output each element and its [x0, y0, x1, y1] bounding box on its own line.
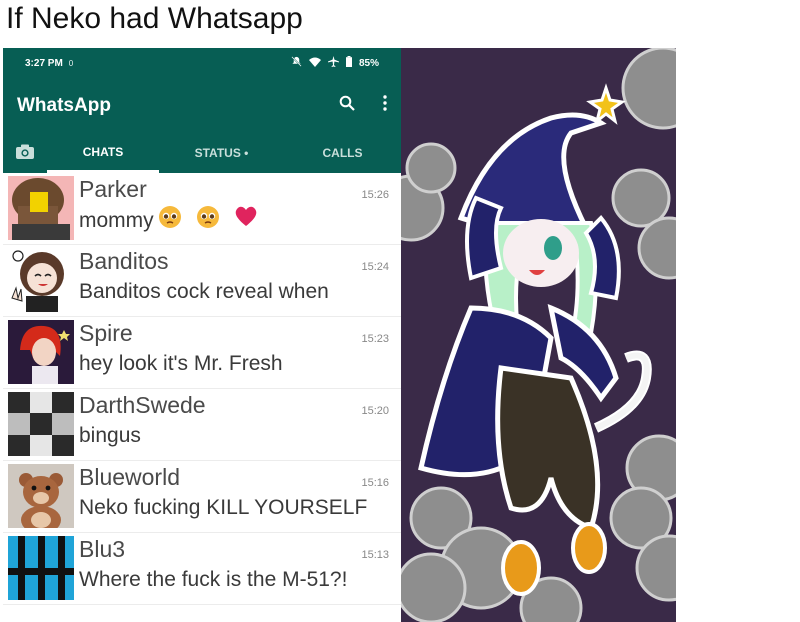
pleading-face-icon: [196, 205, 220, 238]
avatar-blu3: [8, 536, 74, 600]
airplane-icon: [327, 56, 339, 70]
tab-status[interactable]: STATUS •: [159, 133, 284, 173]
chat-time: 15:23: [361, 333, 389, 345]
meme-title: If Neko had Whatsapp: [6, 2, 303, 35]
battery-percent: 85%: [358, 57, 379, 69]
search-icon[interactable]: [339, 95, 355, 116]
chat-preview: hey look it's Mr. Fresh: [79, 352, 283, 375]
chat-preview: Where the fuck is the M-51?!: [79, 568, 348, 591]
wifi-icon: [308, 57, 321, 70]
whatsapp-screenshot: 3:27 PM 0 85% WhatsApp CHATS STATUS • CA…: [3, 48, 401, 622]
avatar-darthswede: [8, 392, 74, 456]
chat-preview: bingus: [79, 424, 141, 447]
battery-icon: [345, 56, 352, 70]
chat-row-banditos[interactable]: Banditos Banditos cock reveal when 15:24: [3, 245, 401, 317]
chat-time: 15:13: [361, 549, 389, 561]
chat-row-blu3[interactable]: Blu3 Where the fuck is the M-51?! 15:13: [3, 533, 401, 605]
chat-time: 15:26: [361, 189, 389, 201]
avatar-banditos: [8, 248, 74, 312]
chat-time: 15:20: [361, 405, 389, 417]
chat-name: Banditos: [79, 248, 169, 274]
chat-name: Blueworld: [79, 464, 180, 490]
chat-preview: Neko fucking KILL YOURSELF: [79, 496, 368, 519]
camera-icon: [16, 144, 34, 162]
avatar-spire: [8, 320, 74, 384]
chat-name: DarthSwede: [79, 392, 206, 418]
chat-row-spire[interactable]: Spire hey look it's Mr. Fresh 15:23: [3, 317, 401, 389]
chat-row-parker[interactable]: Parker mommy 15:26: [3, 173, 401, 245]
chat-preview: Banditos cock reveal when: [79, 280, 329, 303]
app-bar: WhatsApp: [3, 78, 401, 133]
chat-name: Parker: [79, 176, 147, 202]
more-options-icon[interactable]: [383, 95, 387, 116]
tab-calls[interactable]: CALLS: [284, 133, 401, 173]
tab-camera[interactable]: [3, 133, 47, 173]
chat-time: 15:24: [361, 261, 389, 273]
heart-icon: [234, 205, 258, 238]
tab-chats[interactable]: CHATS: [47, 133, 159, 173]
app-title: WhatsApp: [17, 94, 111, 116]
chat-name: Blu3: [79, 536, 126, 562]
data-rate: 0: [68, 58, 74, 68]
avatar-blueworld: [8, 464, 74, 528]
chat-time: 15:16: [361, 477, 389, 489]
chat-row-darthswede[interactable]: DarthSwede bingus 15:20: [3, 389, 401, 461]
avatar-parker: [8, 176, 74, 240]
chat-preview: mommy: [79, 205, 393, 238]
chat-row-blueworld[interactable]: Blueworld Neko fucking KILL YOURSELF 15:…: [3, 461, 401, 533]
character-artwork: [401, 48, 676, 622]
status-bar: 3:27 PM 0 85%: [3, 48, 401, 78]
tab-bar: CHATS STATUS • CALLS: [3, 133, 401, 173]
chat-list: Parker mommy 15:26 Banditos Banditos coc…: [3, 173, 401, 605]
mute-icon: [291, 56, 302, 70]
status-time: 3:27 PM: [25, 57, 63, 69]
pleading-face-icon: [158, 205, 182, 238]
chat-name: Spire: [79, 320, 133, 346]
